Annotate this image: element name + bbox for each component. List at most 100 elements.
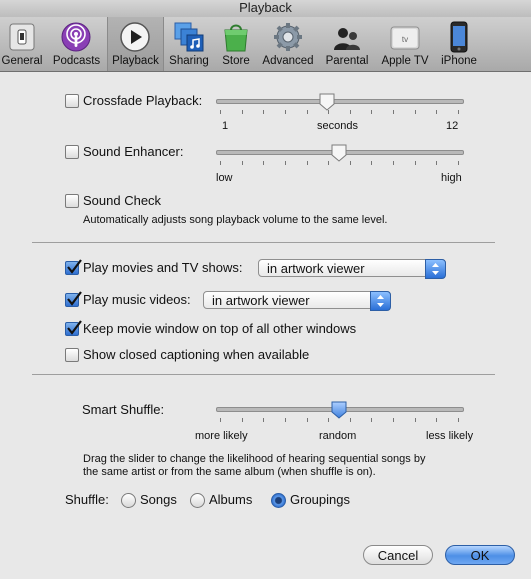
slider-tick (306, 161, 308, 165)
tab-playback[interactable]: Playback (107, 17, 164, 71)
tab-store-label: Store (222, 55, 250, 67)
smart-shuffle-slider-thumb[interactable] (330, 401, 348, 419)
smart-shuffle-less-likely-label: less likely (426, 430, 474, 442)
slider-tick (458, 418, 459, 422)
slider-tick (263, 418, 265, 422)
slider-tick (349, 161, 351, 165)
slider-tick (436, 418, 438, 422)
tab-general-label: General (1, 55, 43, 67)
play-movies-checkbox[interactable] (65, 259, 82, 275)
play-movies-select[interactable]: in artwork viewer (258, 259, 446, 279)
smart-shuffle-more-likely-label: more likely (195, 430, 248, 442)
sound-check-label: Sound Check (83, 193, 162, 208)
shuffle-songs-label: Songs (140, 492, 177, 507)
slider-tick (241, 110, 243, 114)
slider-tick (284, 161, 286, 165)
play-icon (120, 22, 150, 52)
sound-check-checkbox[interactable] (65, 194, 79, 208)
play-movies-select-value: in artwork viewer (267, 261, 365, 276)
tab-parental[interactable]: Parental (322, 17, 372, 71)
svg-text:tv: tv (402, 35, 408, 44)
slider-tick (220, 110, 221, 114)
shuffle-songs-radio[interactable] (121, 493, 136, 508)
preferences-toolbar: General Podcasts Playback Sharing Store … (0, 17, 531, 72)
checkmark-icon (67, 291, 82, 306)
crossfade-max-label: 12 (446, 120, 459, 132)
apple-tv-icon: tv (390, 26, 420, 50)
keep-on-top-label: Keep movie window on top of all other wi… (83, 321, 357, 336)
tab-advanced-label: Advanced (262, 55, 314, 67)
tab-playback-label: Playback (112, 55, 159, 67)
tab-sharing[interactable]: Sharing (166, 17, 212, 71)
tab-store[interactable]: Store (216, 17, 256, 71)
crossfade-unit-label: seconds (317, 120, 358, 132)
slider-tick (414, 161, 416, 165)
sound-enhancer-low-label: low (216, 172, 233, 184)
keep-on-top-checkbox[interactable] (65, 320, 82, 336)
slider-tick (220, 418, 221, 422)
crossfade-checkbox[interactable] (65, 94, 79, 108)
shuffle-groupings-label: Groupings (290, 492, 350, 507)
slider-tick (414, 418, 416, 422)
shuffle-albums-radio[interactable] (190, 493, 205, 508)
gear-icon (274, 23, 302, 51)
slider-tick (393, 110, 395, 114)
slider-tick (241, 418, 243, 422)
slider-tick (371, 161, 373, 165)
slider-tick (458, 161, 459, 165)
crossfade-min-label: 1 (222, 120, 229, 132)
sound-enhancer-high-label: high (441, 172, 462, 184)
tab-general[interactable]: General (0, 17, 44, 71)
slider-tick (284, 110, 286, 114)
slider-tick (349, 110, 351, 114)
section-divider (32, 374, 495, 375)
popup-arrows-icon (425, 259, 446, 279)
crossfade-slider-thumb[interactable] (318, 93, 336, 111)
tab-iphone[interactable]: iPhone (437, 17, 481, 71)
playback-pane: Crossfade Playback: 1 seconds 12 Sound E… (0, 72, 531, 579)
play-movies-label: Play movies and TV shows: (83, 260, 243, 275)
popup-arrows-icon (370, 291, 391, 311)
smart-shuffle-description-line2: the same artist or from the same album (… (83, 466, 376, 478)
tab-apple-tv[interactable]: tv Apple TV (376, 17, 434, 71)
ok-button[interactable]: OK (445, 545, 515, 565)
closed-captioning-label: Show closed captioning when available (83, 347, 310, 362)
tab-parental-label: Parental (325, 55, 369, 67)
crossfade-slider-track[interactable] (216, 99, 464, 104)
play-music-videos-select-value: in artwork viewer (212, 293, 310, 308)
sound-enhancer-label: Sound Enhancer: (83, 144, 184, 159)
slider-tick (371, 418, 373, 422)
slider-tick (371, 110, 373, 114)
checkmark-icon (67, 259, 82, 274)
store-bag-icon (224, 24, 248, 52)
slider-tick (241, 161, 243, 165)
tab-sharing-label: Sharing (169, 55, 209, 67)
slider-tick (436, 161, 438, 165)
cancel-button[interactable]: Cancel (363, 545, 433, 565)
sharing-icon (174, 22, 204, 52)
slider-tick (349, 418, 351, 422)
parental-icon (334, 28, 360, 50)
window-title: Playback (0, 0, 531, 17)
shuffle-label: Shuffle: (65, 492, 109, 507)
shuffle-albums-label: Albums (209, 492, 253, 507)
crossfade-label: Crossfade Playback: (83, 93, 203, 108)
checkmark-icon (67, 320, 82, 335)
sound-enhancer-slider-thumb[interactable] (330, 144, 348, 162)
smart-shuffle-random-label: random (319, 430, 357, 442)
play-music-videos-select[interactable]: in artwork viewer (203, 291, 391, 311)
sound-enhancer-checkbox[interactable] (65, 145, 79, 159)
slider-tick (263, 161, 265, 165)
play-music-videos-checkbox[interactable] (65, 291, 82, 307)
section-divider (32, 242, 495, 243)
shuffle-groupings-radio[interactable] (271, 493, 286, 508)
iphone-icon (450, 21, 468, 53)
play-music-videos-label: Play music videos: (83, 292, 191, 307)
slider-tick (458, 110, 459, 114)
slider-tick (393, 161, 395, 165)
slider-tick (284, 418, 286, 422)
tab-podcasts[interactable]: Podcasts (49, 17, 104, 71)
closed-captioning-checkbox[interactable] (65, 348, 79, 362)
tab-advanced[interactable]: Advanced (259, 17, 317, 71)
smart-shuffle-label: Smart Shuffle: (82, 402, 165, 417)
